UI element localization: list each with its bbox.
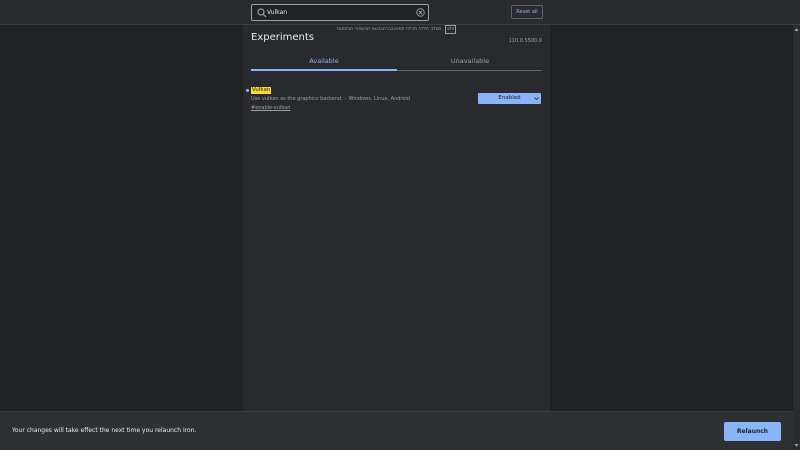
search-box[interactable] bbox=[251, 4, 429, 21]
warning-box: פלג bbox=[444, 25, 457, 34]
tab-unavailable[interactable]: Unavailable bbox=[397, 53, 543, 71]
modified-indicator bbox=[246, 89, 249, 92]
search-icon bbox=[257, 8, 267, 18]
selected-option: Enabled bbox=[498, 95, 521, 101]
scrollbar[interactable] bbox=[793, 25, 800, 450]
warning-text: חסלב חלדב תרלת חסיוהבברחבבשת חבשתהי חבתח… bbox=[336, 27, 442, 32]
scroll-up-arrow-icon[interactable] bbox=[794, 27, 799, 32]
version-label: 110.0.5500.0 bbox=[508, 38, 542, 44]
close-circle-icon[interactable] bbox=[416, 8, 425, 17]
experiment-state-select[interactable]: Enabled bbox=[478, 93, 541, 104]
relaunch-message: Your changes will take effect the next t… bbox=[12, 427, 197, 434]
reset-all-button[interactable]: Reset all bbox=[511, 5, 543, 19]
tab-bar: Available Unavailable bbox=[251, 53, 542, 71]
experiments-panel: חסלב חלדב תרלת חסיוהבברחבבשת חבשתהי חבתח… bbox=[243, 25, 550, 411]
experiment-description: Use vulkan as the graphics backend. – Wi… bbox=[251, 96, 410, 102]
chevron-down-icon bbox=[534, 97, 539, 101]
tab-available[interactable]: Available bbox=[251, 53, 397, 71]
top-toolbar: Reset all bbox=[0, 0, 800, 25]
relaunch-button[interactable]: Relaunch bbox=[724, 422, 781, 441]
experiment-link[interactable]: #enable-vulkan bbox=[251, 105, 290, 111]
page-title: Experiments bbox=[251, 32, 314, 43]
experiment-name: Vulkan bbox=[251, 87, 272, 94]
scroll-down-arrow-icon[interactable] bbox=[794, 443, 799, 448]
relaunch-bar: Your changes will take effect the next t… bbox=[0, 411, 793, 450]
search-input[interactable] bbox=[267, 6, 412, 19]
